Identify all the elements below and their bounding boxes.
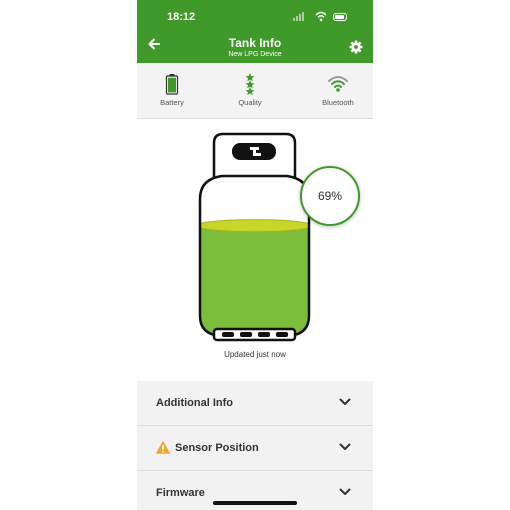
section-label: Firmware [156, 487, 205, 499]
tank-level-badge: 69% [300, 166, 360, 226]
app-header: 18:12 Tank Info New LPG Device [137, 0, 373, 63]
wifi-signal-icon [328, 76, 348, 92]
chevron-down-icon [339, 443, 351, 450]
battery-status-icon [333, 13, 347, 21]
stat-bluetooth: Bluetooth [303, 63, 373, 118]
section-label: Additional Info [156, 397, 233, 409]
status-time: 18:12 [167, 11, 196, 23]
home-indicator[interactable] [213, 501, 297, 505]
stat-label: Bluetooth [322, 98, 354, 107]
stars-icon [245, 73, 255, 95]
page-subtitle: New LPG Device [228, 51, 282, 58]
battery-icon [165, 74, 179, 95]
last-updated-text: Updated just now [224, 350, 286, 359]
chevron-down-icon [339, 488, 351, 495]
stat-label: Quality [238, 98, 262, 107]
status-icons [293, 11, 353, 23]
signal-bar-icon [302, 12, 304, 21]
page-title: Tank Info [228, 36, 282, 50]
signal-bar-icon [296, 16, 298, 21]
signal-bar-icon [293, 18, 295, 21]
section-label: Sensor Position [175, 442, 259, 454]
chevron-down-icon [339, 398, 351, 405]
stat-label: Battery [160, 98, 184, 107]
section-sensor-position[interactable]: Sensor Position [137, 426, 373, 471]
phone-screen: 18:12 Tank Info New LPG Device Battery Q… [137, 0, 373, 510]
gas-cylinder-icon [198, 132, 311, 342]
wifi-icon [315, 11, 327, 22]
stat-battery: Battery [137, 63, 207, 118]
gear-icon[interactable] [349, 40, 363, 54]
signal-bar-icon [299, 14, 301, 21]
stat-quality: Quality [215, 63, 285, 118]
warning-icon [156, 441, 170, 454]
tank-level-area: 69% Updated just now [137, 119, 373, 381]
device-stats-bar: Battery Quality Bluetooth [137, 63, 373, 119]
section-additional-info[interactable]: Additional Info [137, 381, 373, 426]
